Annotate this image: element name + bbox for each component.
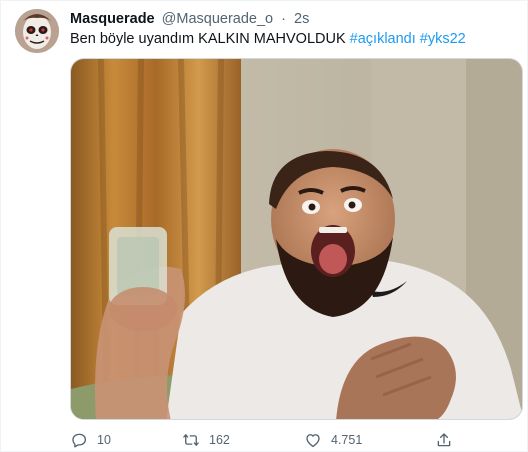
display-name[interactable]: Masquerade <box>70 11 155 27</box>
tweet-card: Masquerade @Masquerade_o · 2s Ben böyle … <box>0 0 528 452</box>
hashtag-yks22[interactable]: #yks22 <box>420 31 466 47</box>
tweet-text: Ben böyle uyandım KALKIN MAHVOLDUK #açık… <box>70 30 466 49</box>
share-icon <box>437 433 451 447</box>
tweet-body-text: Ben böyle uyandım KALKIN MAHVOLDUK <box>70 31 346 47</box>
reply-icon <box>72 433 87 448</box>
reply-count: 10 <box>97 433 111 447</box>
share-button[interactable] <box>435 429 453 451</box>
retweet-button[interactable]: 162 <box>182 429 230 451</box>
avatar[interactable] <box>15 9 59 53</box>
tweet-header: Masquerade @Masquerade_o · 2s <box>70 10 309 28</box>
retweet-count: 162 <box>209 433 230 447</box>
separator-dot: · <box>281 11 286 27</box>
reply-button[interactable]: 10 <box>70 429 111 451</box>
image-icon <box>71 59 522 419</box>
tweet-timestamp[interactable]: 2s <box>294 11 309 27</box>
tweet-media[interactable] <box>70 58 523 420</box>
heart-icon <box>306 434 320 448</box>
skull-mask-avatar-image <box>15 9 59 53</box>
retweet-icon <box>183 434 199 446</box>
like-count: 4.751 <box>331 433 363 447</box>
like-button[interactable]: 4.751 <box>304 429 362 451</box>
hashtag-aciklandi[interactable]: #açıklandı <box>350 31 416 47</box>
tweet-actions: 10 162 4.751 <box>70 429 490 451</box>
user-handle[interactable]: @Masquerade_o <box>162 11 273 27</box>
